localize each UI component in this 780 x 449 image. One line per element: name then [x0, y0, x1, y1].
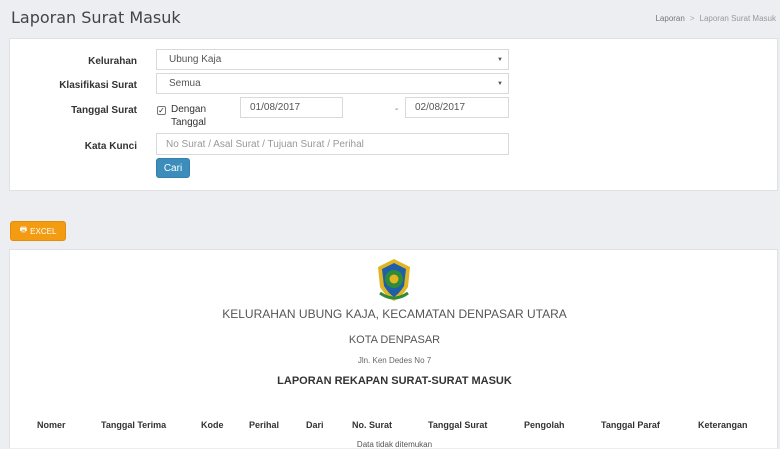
keyword-input[interactable]: No Surat / Asal Surat / Tujuan Surat / P… [156, 133, 509, 155]
column-header-tanggal-paraf: Tanggal Paraf [601, 420, 660, 430]
kata-kunci-label: Kata Kunci [84, 141, 137, 152]
date-to-input[interactable]: 02/08/2017 [405, 97, 509, 118]
excel-label: EXCEL [30, 226, 57, 236]
column-header-perihal: Perihal [249, 420, 280, 430]
date-from-input[interactable]: 01/08/2017 [240, 97, 343, 118]
date-separator: - [395, 104, 399, 115]
caret-down-icon: ▼ [497, 56, 503, 63]
column-header-keterangan: Keterangan [698, 420, 748, 430]
content-header: Laporan Surat Masuk Laporan > Laporan Su… [0, 0, 780, 38]
dengan-tanggal-label: Dengan Tanggal [171, 104, 207, 128]
kelurahan-select[interactable]: Ubung Kaja ▼ [156, 49, 509, 70]
report-heading: LAPORAN REKAPAN SURAT-SURAT MASUK [277, 375, 512, 387]
report-address: Jln. Ken Dedes No 7 [357, 356, 432, 365]
breadcrumb-item-laporan[interactable]: Laporan [655, 14, 684, 23]
column-header-tanggal-surat: Tanggal Surat [428, 420, 488, 430]
column-header-dari: Dari [306, 420, 324, 430]
report-title: KELURAHAN UBUNG KAJA, KECAMATAN DENPASAR… [222, 307, 567, 321]
column-header-nomer: Nomer [37, 420, 66, 430]
report-city: KOTA DENPASAR [348, 334, 441, 346]
excel-export-button[interactable]: 🖶 EXCEL [10, 221, 66, 241]
dengan-tanggal-checkbox[interactable]: ✓ [157, 106, 166, 115]
tanggal-label: Tanggal Surat [71, 105, 137, 116]
search-button[interactable]: Cari [156, 158, 190, 178]
klasifikasi-label: Klasifikasi Surat [59, 80, 137, 91]
kelurahan-value: Ubung Kaja [169, 54, 222, 65]
klasifikasi-value: Semua [169, 78, 201, 89]
column-header-tanggal-terima: Tanggal Terima [101, 420, 167, 430]
klasifikasi-select[interactable]: Semua ▼ [156, 73, 509, 94]
column-header-pengolah: Pengolah [524, 420, 565, 430]
caret-down-icon: ▼ [497, 80, 503, 87]
printer-icon: 🖶 [19, 225, 28, 234]
breadcrumb: Laporan > Laporan Surat Masuk [655, 14, 776, 23]
kelurahan-label: Kelurahan [88, 56, 137, 67]
page-title: Laporan Surat Masuk [11, 8, 181, 27]
government-emblem-logo [378, 259, 410, 301]
report-panel: KELURAHAN UBUNG KAJA, KECAMATAN DENPASAR… [9, 249, 778, 449]
column-header-kode: Kode [201, 420, 224, 430]
filter-panel: Kelurahan Ubung Kaja ▼ Klasifikasi Surat… [9, 38, 778, 191]
column-header-no-surat: No. Surat [352, 420, 393, 430]
breadcrumb-separator: > [689, 14, 695, 23]
breadcrumb-item-current: Laporan Surat Masuk [699, 14, 777, 23]
